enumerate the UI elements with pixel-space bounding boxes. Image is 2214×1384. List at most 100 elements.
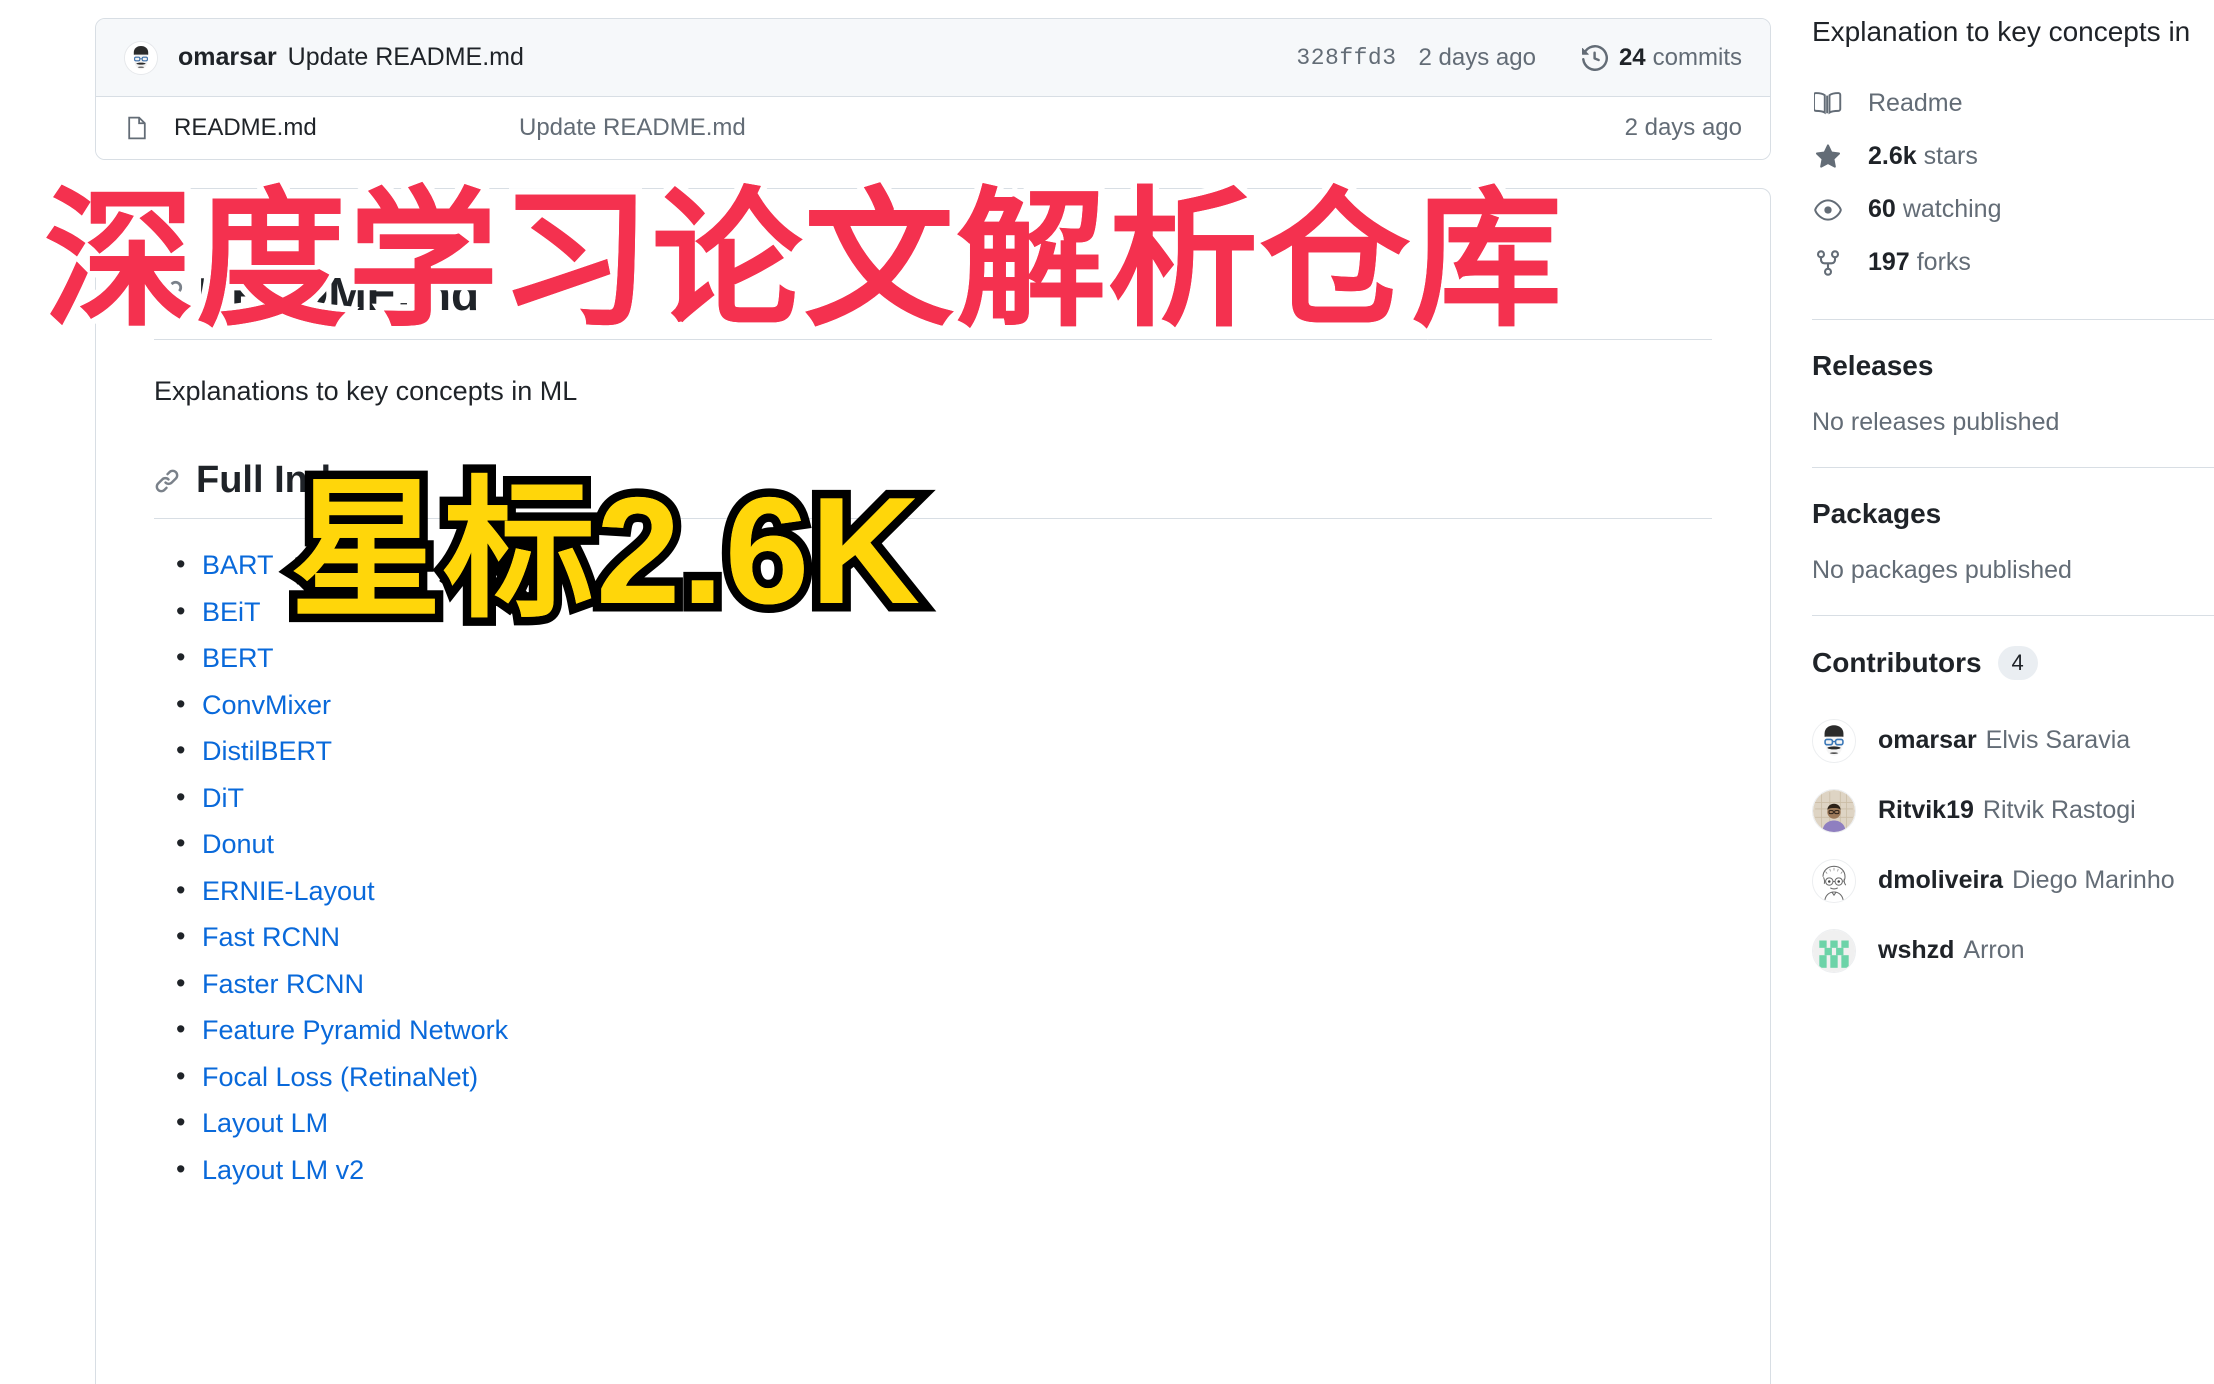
releases-heading: Releases bbox=[1812, 350, 1934, 381]
list-item: Layout LM bbox=[154, 1104, 1712, 1143]
contributor-handle: wshzd bbox=[1878, 936, 1955, 964]
list-item: BART bbox=[154, 546, 1712, 585]
commit-meta: 328ffd3 2 days ago 24 commits bbox=[1296, 44, 1742, 72]
sidebar-divider bbox=[1812, 319, 2214, 320]
full-index-heading: Full Index bbox=[154, 459, 1712, 519]
star-icon bbox=[1812, 143, 1844, 171]
index-link[interactable]: Focal Loss (RetinaNet) bbox=[202, 1062, 478, 1092]
contributors-list: omarsar Elvis Saravia Ritvik19 Ritvik Rasto… bbox=[1812, 706, 2214, 986]
about-description: Explanation to key concepts in bbox=[1812, 16, 2191, 47]
packages-heading: Packages bbox=[1812, 498, 1942, 529]
contributor-name: Arron bbox=[1963, 936, 2025, 964]
contributor-handle: omarsar bbox=[1878, 726, 1977, 754]
stat-value: 60 bbox=[1868, 195, 1896, 223]
list-item: BERT bbox=[154, 639, 1712, 678]
main-column: omarsar Update README.md 328ffd3 2 days … bbox=[95, 18, 1771, 1384]
avatar-omarsar[interactable] bbox=[124, 40, 158, 75]
link-icon[interactable] bbox=[154, 279, 184, 309]
index-link[interactable]: BEiT bbox=[202, 597, 261, 627]
contributors-heading-row[interactable]: Contributors 4 bbox=[1812, 646, 2214, 680]
index-link[interactable]: Fast RCNN bbox=[202, 922, 340, 952]
list-item: Focal Loss (RetinaNet) bbox=[154, 1058, 1712, 1097]
contributors-heading: Contributors bbox=[1812, 646, 1982, 678]
stat-label: watching bbox=[1902, 195, 2002, 223]
index-link[interactable]: Layout LM bbox=[202, 1108, 328, 1138]
list-item: BEiT bbox=[154, 593, 1712, 632]
readme-card: README.md Explanations to key concepts i… bbox=[95, 188, 1771, 1384]
readme-heading-text: README.md bbox=[198, 268, 480, 320]
list-item: Feature Pyramid Network bbox=[154, 1011, 1712, 1050]
readme-tab-bar bbox=[154, 223, 1712, 267]
stat-row-readme[interactable]: Readme bbox=[1812, 77, 2214, 130]
commit-message[interactable]: Update README.md bbox=[288, 43, 524, 72]
commit-count-link[interactable]: 24 commits bbox=[1581, 43, 1742, 72]
contributor-handle: Ritvik19 bbox=[1878, 796, 1974, 824]
stat-label: forks bbox=[1916, 248, 1971, 276]
index-link[interactable]: Donut bbox=[202, 829, 274, 859]
index-link[interactable]: Feature Pyramid Network bbox=[202, 1015, 508, 1045]
index-link[interactable]: Layout LM v2 bbox=[202, 1155, 364, 1185]
index-link[interactable]: DiT bbox=[202, 783, 244, 813]
list-item: DistilBERT bbox=[154, 732, 1712, 771]
list-item: Fast RCNN bbox=[154, 918, 1712, 957]
full-index-list: BART BEiT BERT ConvMixer DistilBERT DiT Donut E… bbox=[154, 546, 1712, 1190]
table-row[interactable]: README.md Update README.md 2 days ago bbox=[96, 97, 1770, 159]
stat-label: stars bbox=[1923, 142, 1978, 170]
readme-subtitle: Explanations to key concepts in ML bbox=[154, 376, 578, 406]
list-item[interactable]: dmoliveira Diego Marinho bbox=[1812, 846, 2214, 916]
sidebar-divider bbox=[1812, 467, 2214, 468]
stat-value: 2.6k bbox=[1868, 142, 1917, 170]
list-item[interactable]: omarsar Elvis Saravia bbox=[1812, 706, 2214, 776]
list-item: DiT bbox=[154, 779, 1712, 818]
packages-empty-text: No packages published bbox=[1812, 556, 2072, 584]
index-link[interactable]: BART bbox=[202, 550, 274, 580]
stat-row-forks[interactable]: 197 forks bbox=[1812, 236, 2214, 289]
releases-empty-text: No releases published bbox=[1812, 408, 2060, 436]
avatar-wshzd bbox=[1812, 928, 1856, 973]
contributor-name: Elvis Saravia bbox=[1985, 726, 2131, 754]
avatar-omarsar bbox=[1812, 718, 1856, 763]
sidebar-divider bbox=[1812, 615, 2214, 616]
file-latest-commit[interactable]: Update README.md bbox=[519, 114, 1625, 142]
eye-icon bbox=[1812, 196, 1844, 224]
link-icon[interactable] bbox=[154, 468, 180, 494]
file-name-link[interactable]: README.md bbox=[174, 114, 519, 142]
latest-commit-bar: omarsar Update README.md 328ffd3 2 days … bbox=[96, 19, 1770, 97]
list-item: Donut bbox=[154, 825, 1712, 864]
readme-heading: README.md bbox=[154, 267, 1712, 340]
stat-label: Readme bbox=[1868, 89, 1963, 117]
fork-icon bbox=[1812, 249, 1844, 277]
stat-row-stars[interactable]: 2.6k stars bbox=[1812, 130, 2214, 183]
index-link[interactable]: DistilBERT bbox=[202, 736, 332, 766]
list-item: Layout LM v2 bbox=[154, 1151, 1712, 1190]
list-item[interactable]: wshzd Arron bbox=[1812, 916, 2214, 986]
contributor-name: Diego Marinho bbox=[2012, 866, 2175, 894]
list-item: ERNIE-Layout bbox=[154, 872, 1712, 911]
commit-count-label: commits bbox=[1652, 43, 1742, 71]
contributor-name: Ritvik Rastogi bbox=[1982, 796, 2136, 824]
book-icon bbox=[1812, 90, 1844, 118]
screenshot-root: omarsar Update README.md 328ffd3 2 days … bbox=[0, 0, 2214, 1384]
file-listing-card: omarsar Update README.md 328ffd3 2 days … bbox=[95, 18, 1771, 160]
index-link[interactable]: ERNIE-Layout bbox=[202, 876, 375, 906]
file-updated-time: 2 days ago bbox=[1624, 114, 1742, 141]
commit-sha[interactable]: 328ffd3 bbox=[1296, 45, 1396, 71]
avatar-ritvik19 bbox=[1812, 788, 1856, 833]
commit-author[interactable]: omarsar bbox=[178, 43, 277, 72]
index-link[interactable]: ConvMixer bbox=[202, 690, 331, 720]
history-icon bbox=[1581, 44, 1608, 71]
repo-sidebar: Explanation to key concepts in Readme 2.6… bbox=[1812, 0, 2214, 986]
stat-value: 197 bbox=[1868, 248, 1910, 276]
list-item[interactable]: Ritvik19 Ritvik Rastogi bbox=[1812, 776, 2214, 846]
file-icon bbox=[124, 115, 152, 141]
index-link[interactable]: Faster RCNN bbox=[202, 969, 364, 999]
stat-row-watching[interactable]: 60 watching bbox=[1812, 183, 2214, 236]
commit-relative-time: 2 days ago bbox=[1418, 43, 1536, 71]
index-link[interactable]: BERT bbox=[202, 643, 274, 673]
contributors-count: 4 bbox=[1997, 646, 2038, 680]
list-item: Faster RCNN bbox=[154, 965, 1712, 1004]
list-item: ConvMixer bbox=[154, 686, 1712, 725]
full-index-heading-text: Full Index bbox=[196, 459, 374, 501]
repo-stats: Readme 2.6k stars 60 watching 197 forks bbox=[1812, 77, 2214, 289]
commit-count-value: 24 bbox=[1618, 43, 1646, 71]
